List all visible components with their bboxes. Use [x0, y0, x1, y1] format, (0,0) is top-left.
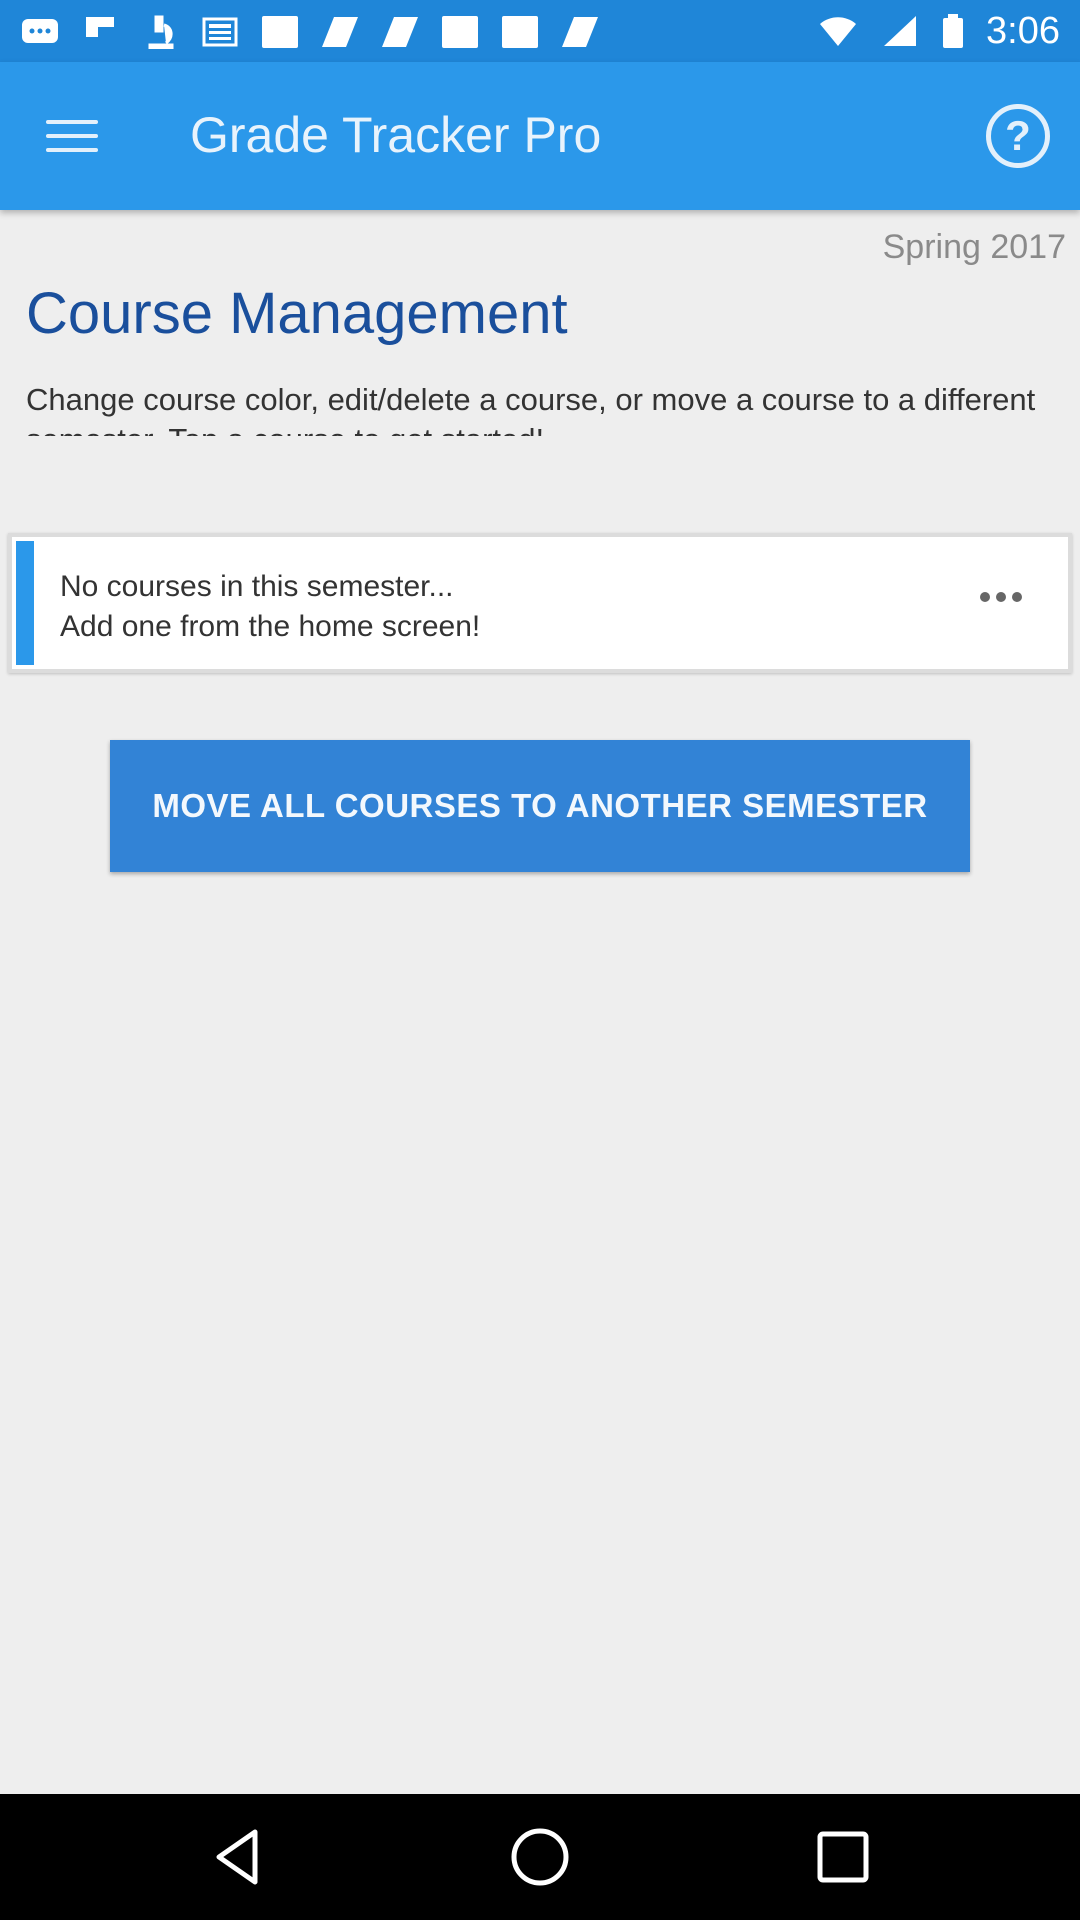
course-color-stripe — [16, 541, 34, 665]
blank-square-icon — [500, 15, 540, 49]
blank-square-icon — [440, 15, 480, 49]
back-icon[interactable] — [205, 1824, 271, 1890]
navigation-bar — [0, 1794, 1080, 1920]
description-text: Change course color, edit/delete a cours… — [26, 382, 1036, 436]
page-title: Course Management — [26, 281, 568, 346]
hamburger-menu-icon[interactable] — [42, 110, 102, 162]
news-icon — [200, 15, 240, 49]
empty-message-line1: No courses in this semester... — [60, 570, 454, 603]
help-circle-icon[interactable]: ? — [986, 104, 1050, 168]
signal-icon — [880, 14, 920, 48]
system-status: 3:06 — [818, 0, 1060, 62]
empty-message-line2: Add one from the home screen! — [60, 610, 481, 643]
empty-course-message: No courses in this semester... Add one f… — [60, 567, 480, 647]
more-horizontal-icon[interactable] — [980, 592, 1022, 602]
clock: 3:06 — [986, 9, 1060, 52]
course-card[interactable]: No courses in this semester... Add one f… — [8, 533, 1072, 673]
description-container: Change course color, edit/delete a cours… — [26, 380, 1056, 436]
microscope-icon — [140, 15, 180, 49]
recents-icon[interactable] — [810, 1824, 876, 1890]
home-icon[interactable] — [507, 1824, 573, 1890]
notification-icons — [20, 12, 600, 52]
chat-bubble-icon — [20, 15, 60, 49]
move-all-courses-button[interactable]: MOVE ALL COURSES TO ANOTHER SEMESTER — [110, 740, 970, 872]
app-title: Grade Tracker Pro — [190, 107, 602, 163]
status-bar: 3:06 — [0, 0, 1080, 62]
blank-square-icon — [260, 15, 300, 49]
parallelogram-icon — [560, 15, 600, 49]
help-glyph: ? — [1005, 112, 1031, 159]
battery-icon — [942, 14, 964, 48]
wifi-icon — [818, 14, 858, 48]
app-bar: Grade Tracker Pro ? — [0, 62, 1080, 210]
parallelogram-icon — [380, 15, 420, 49]
semester-label: Spring 2017 — [882, 228, 1066, 266]
flipboard-icon — [80, 15, 120, 49]
parallelogram-icon — [320, 15, 360, 49]
